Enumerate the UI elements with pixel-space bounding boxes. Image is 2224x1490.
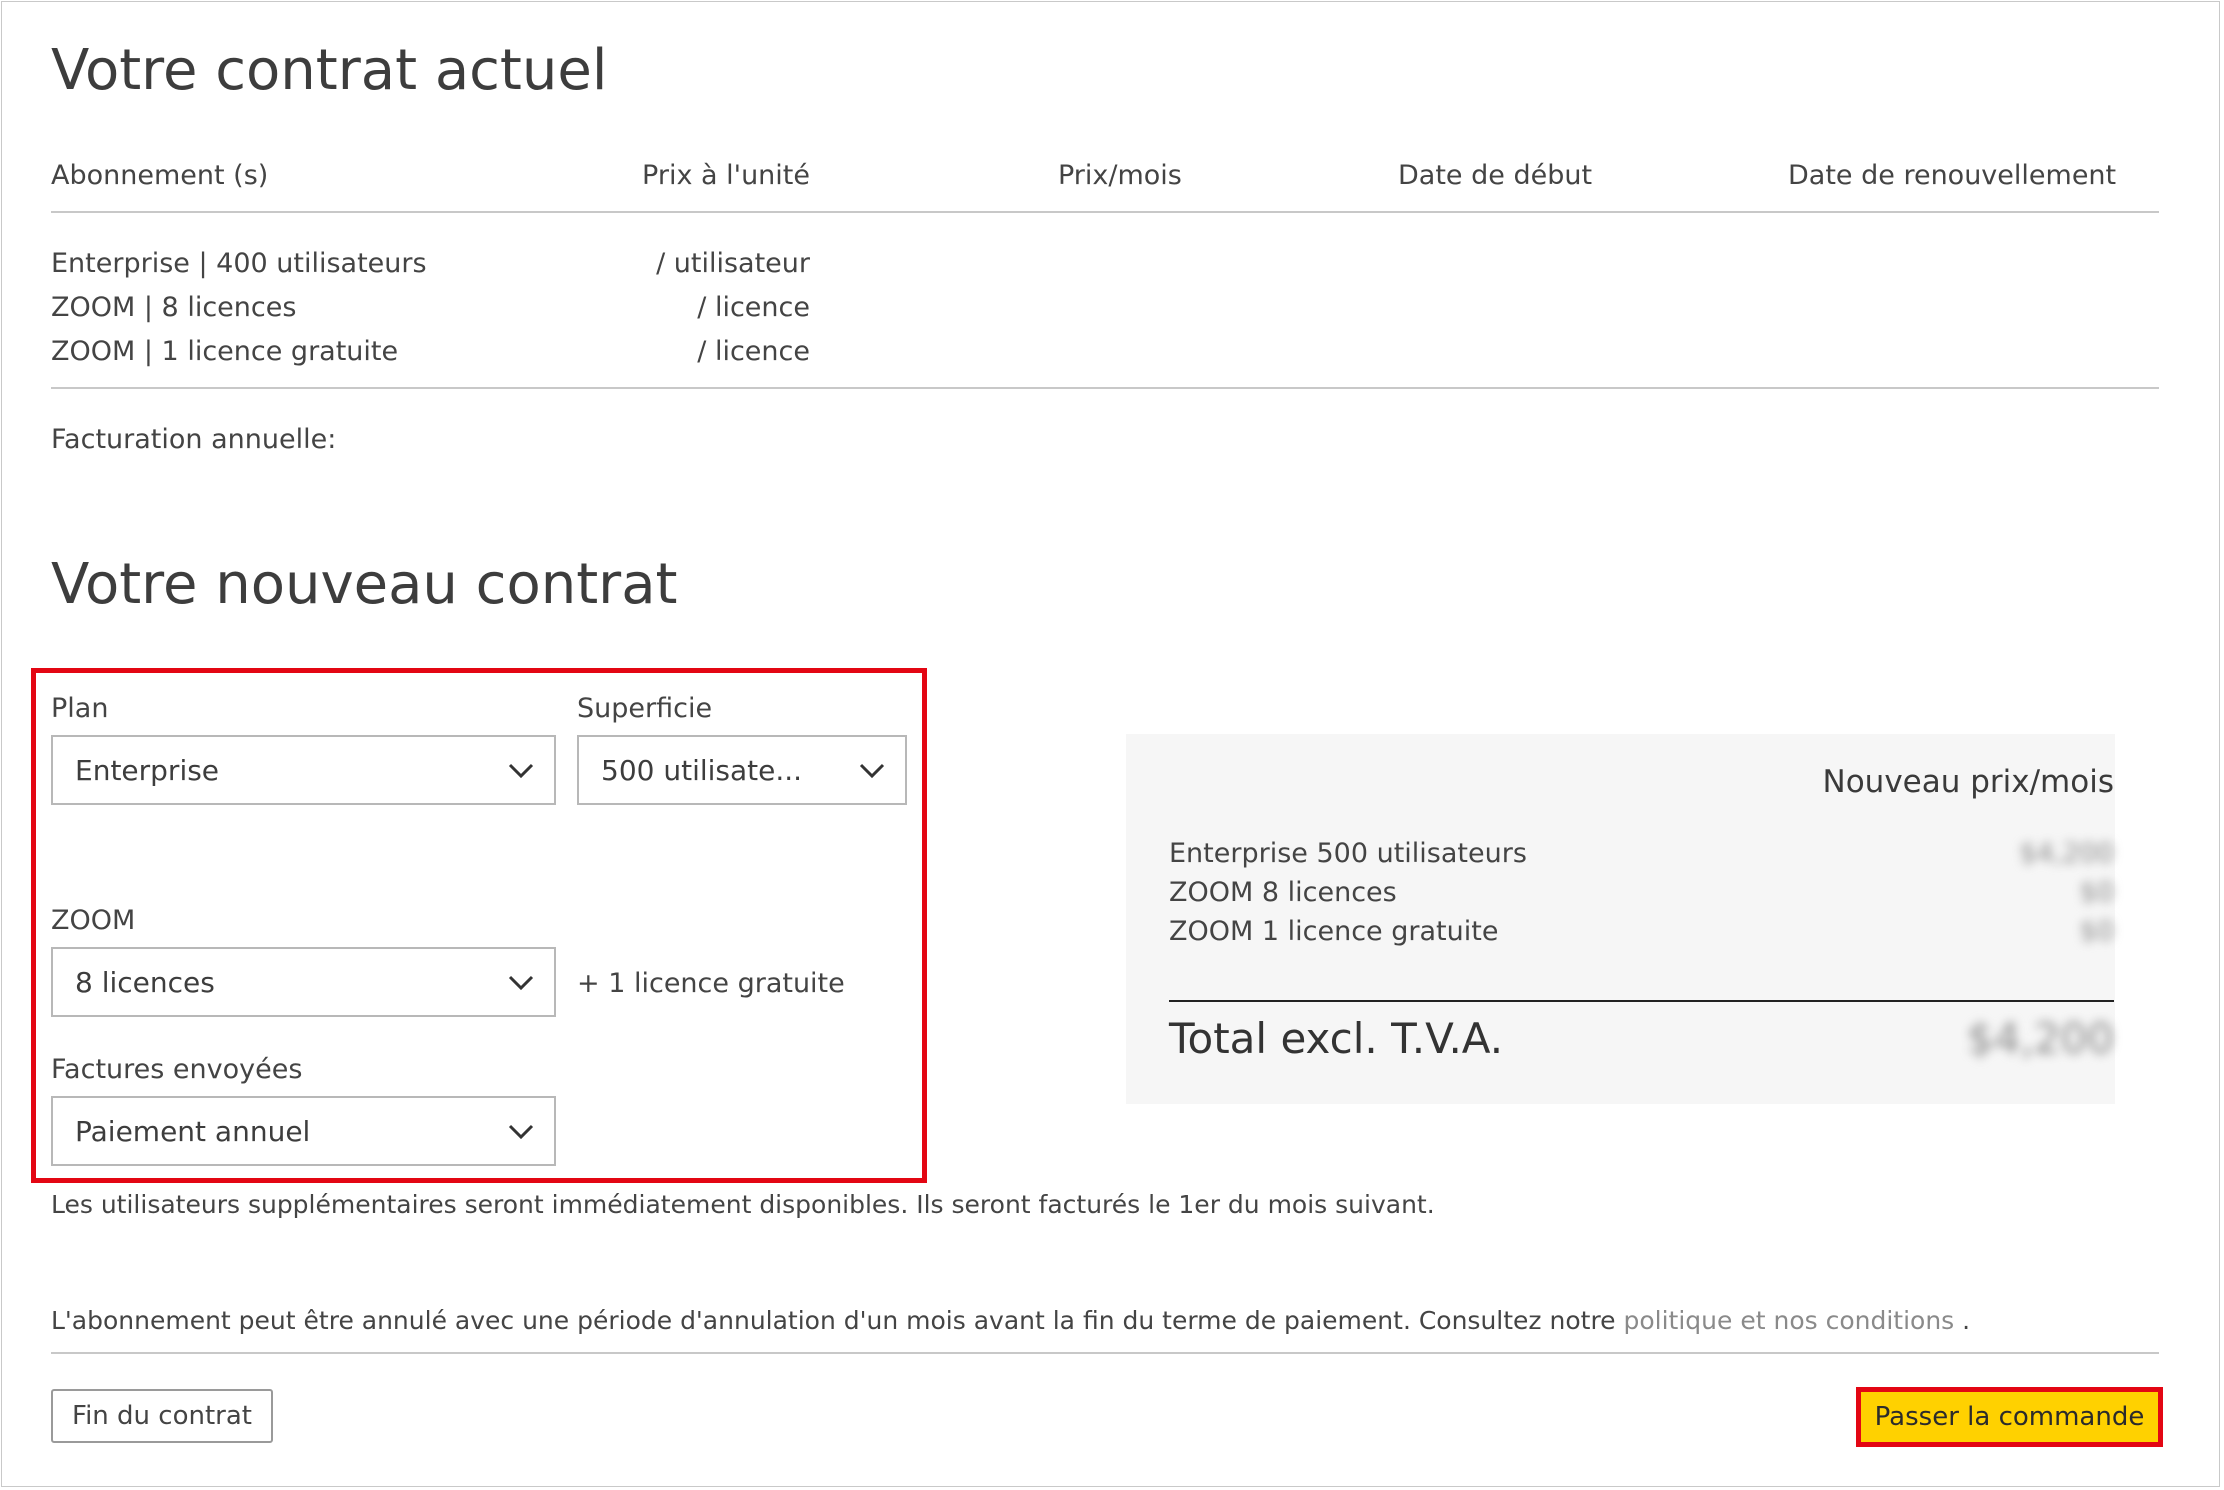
size-select-value: 500 utilisate... — [601, 753, 803, 787]
zoom-select-value: 8 licences — [75, 965, 215, 999]
chevron-down-icon — [508, 975, 534, 991]
cancellation-note: L'abonnement peut être annulé avec une p… — [51, 1306, 1970, 1335]
billing-label: Facturation annuelle: — [51, 424, 337, 455]
invoices-select[interactable]: Paiement annuel — [51, 1096, 556, 1166]
current-row-unit: / utilisateur — [656, 248, 810, 279]
header-start-date: Date de début — [1398, 160, 1593, 191]
current-contract-title: Votre contrat actuel — [51, 38, 608, 103]
plan-select[interactable]: Enterprise — [51, 735, 556, 805]
additional-users-note: Les utilisateurs supplémentaires seront … — [51, 1190, 1435, 1219]
zoom-free-license-note: + 1 licence gratuite — [577, 968, 845, 999]
size-label: Superficie — [577, 693, 713, 724]
header-subscription: Abonnement (s) — [51, 160, 269, 191]
summary-total-label: Total excl. T.V.A. — [1169, 1014, 1504, 1063]
new-contract-title: Votre nouveau contrat — [51, 552, 678, 617]
invoices-select-value: Paiement annuel — [75, 1114, 311, 1148]
summary-title: Nouveau prix/mois — [1822, 764, 2114, 800]
header-unit-price: Prix à l'unité — [642, 160, 810, 191]
footer-divider — [51, 1352, 2159, 1354]
current-row-name: ZOOM | 8 licences — [51, 292, 297, 323]
chevron-down-icon — [859, 763, 885, 779]
header-divider — [51, 211, 2159, 213]
zoom-label: ZOOM — [51, 905, 136, 936]
cancellation-text: L'abonnement peut être annulé avec une p… — [51, 1306, 1624, 1335]
summary-line-amount: $0 — [2079, 916, 2114, 947]
current-row-name: Enterprise | 400 utilisateurs — [51, 248, 427, 279]
size-select[interactable]: 500 utilisate... — [577, 735, 907, 805]
header-monthly-price: Prix/mois — [1058, 160, 1182, 191]
summary-line-amount: $4,200 — [2019, 838, 2114, 869]
policy-link[interactable]: politique et nos conditions — [1624, 1306, 1955, 1335]
summary-line-label: Enterprise 500 utilisateurs — [1169, 838, 1527, 869]
zoom-select[interactable]: 8 licences — [51, 947, 556, 1017]
summary-divider — [1169, 1000, 2114, 1002]
plan-select-value: Enterprise — [75, 753, 220, 787]
invoices-label: Factures envoyées — [51, 1054, 303, 1085]
current-row-unit: / licence — [697, 336, 810, 367]
summary-line-label: ZOOM 1 licence gratuite — [1169, 916, 1499, 947]
plan-label: Plan — [51, 693, 109, 724]
summary-line-label: ZOOM 8 licences — [1169, 877, 1397, 908]
summary-line-amount: $0 — [2079, 877, 2114, 908]
current-row-name: ZOOM | 1 licence gratuite — [51, 336, 399, 367]
summary-total-amount: $4,200 — [1967, 1014, 2114, 1063]
header-renewal-date: Date de renouvellement — [1788, 160, 2117, 191]
end-contract-button[interactable]: Fin du contrat — [51, 1389, 273, 1443]
chevron-down-icon — [508, 1124, 534, 1140]
rows-divider — [51, 387, 2159, 389]
current-row-unit: / licence — [697, 292, 810, 323]
chevron-down-icon — [508, 763, 534, 779]
cancellation-end: . — [1954, 1306, 1971, 1335]
place-order-button[interactable]: Passer la commande — [1856, 1387, 2163, 1447]
